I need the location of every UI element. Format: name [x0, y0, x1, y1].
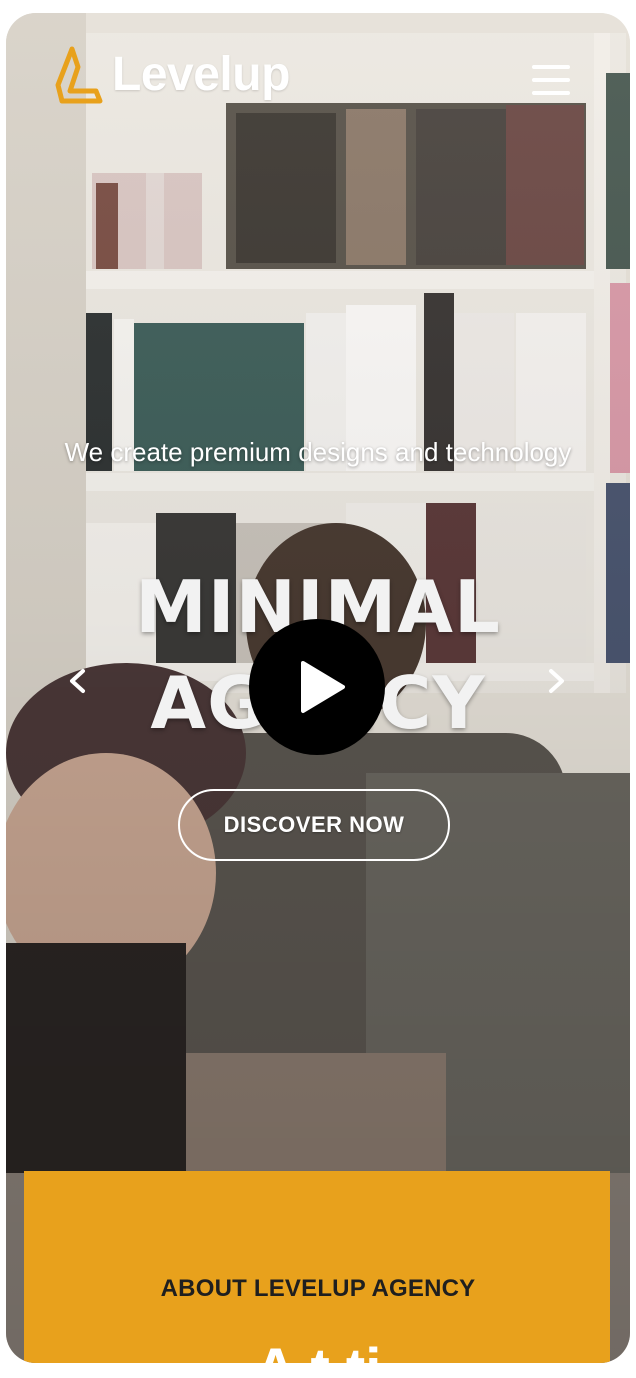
phone-frame: Levelup We create premium designs and te…: [6, 13, 630, 1363]
hamburger-menu-icon[interactable]: [528, 63, 572, 97]
discover-now-button[interactable]: DISCOVER NOW: [178, 789, 450, 861]
chevron-right-icon[interactable]: [536, 661, 576, 701]
about-eyebrow: ABOUT LEVELUP AGENCY: [160, 1275, 476, 1302]
play-icon: [301, 661, 345, 713]
hero-tagline: We create premium designs and technology: [64, 437, 572, 467]
chevron-left-icon[interactable]: [58, 661, 98, 701]
about-card: [24, 1171, 610, 1363]
about-heading: A t ti: [6, 1341, 630, 1364]
brand-name: Levelup: [112, 48, 290, 101]
brand-logo[interactable]: Levelup: [52, 45, 290, 105]
play-video-button[interactable]: [249, 619, 385, 755]
levelup-logo-icon: [55, 46, 103, 104]
